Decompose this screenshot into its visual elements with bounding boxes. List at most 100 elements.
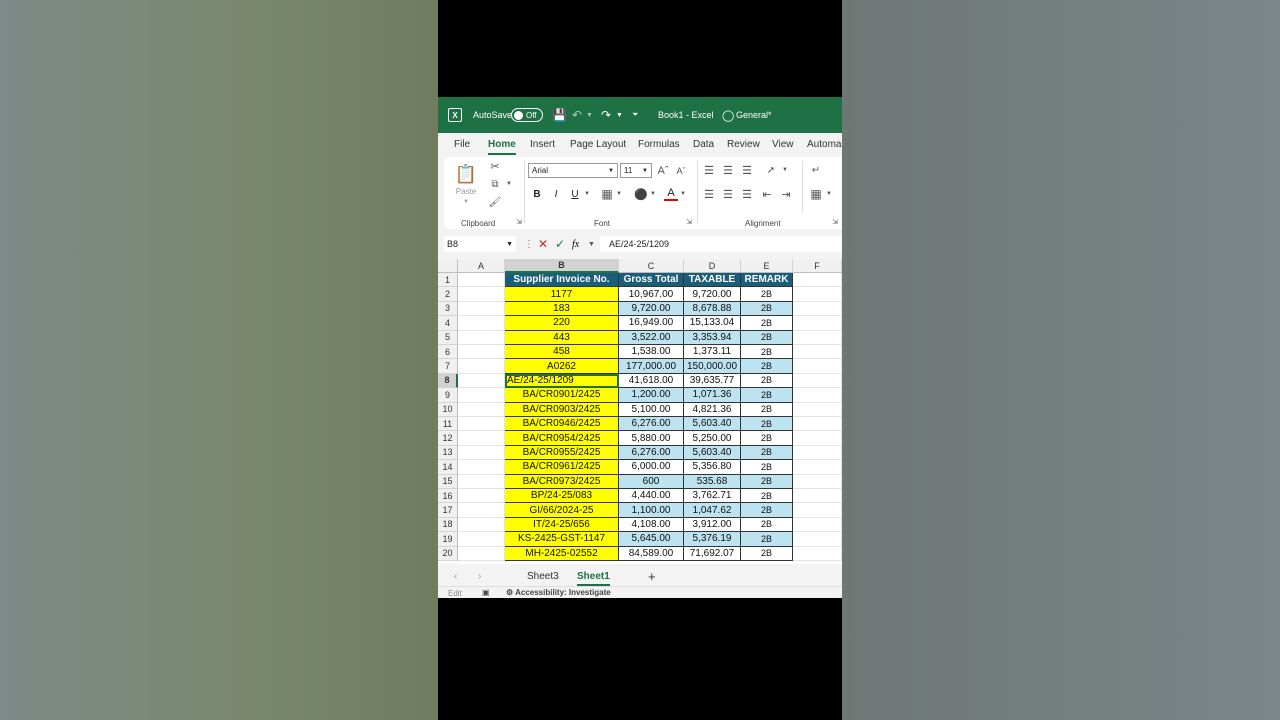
accessibility-status[interactable]: ⚙ Accessibility: Investigate — [506, 588, 611, 597]
grid-cell[interactable] — [458, 532, 505, 547]
invoice-cell[interactable]: A0262 — [505, 359, 619, 374]
row-header[interactable]: 2 — [438, 287, 458, 302]
font-name-dropdown-icon[interactable]: ▼ — [608, 168, 614, 174]
merge-center-icon[interactable]: ▦ — [808, 187, 824, 201]
name-box[interactable]: B8 ▼ — [444, 236, 516, 252]
row-header[interactable]: 16 — [438, 489, 458, 504]
remark-cell[interactable]: 2B — [741, 359, 793, 374]
grid-cell[interactable] — [793, 345, 842, 360]
cancel-icon[interactable]: ✕ — [538, 236, 548, 252]
decrease-indent-icon[interactable]: ⇤ — [760, 187, 774, 201]
tab-page-layout[interactable]: Page Layout — [570, 139, 626, 150]
row-header[interactable]: 14 — [438, 460, 458, 475]
grid-cell[interactable] — [793, 474, 842, 489]
sensitivity-label[interactable]: General* — [736, 97, 772, 133]
gross-total-cell[interactable]: 1,200.00 — [619, 388, 684, 403]
remark-cell[interactable]: 2B — [741, 460, 793, 475]
gross-total-cell[interactable]: 5,645.00 — [619, 532, 684, 547]
tab-file[interactable]: File — [454, 139, 470, 150]
italic-button[interactable]: I — [549, 187, 563, 201]
row-header[interactable]: 13 — [438, 445, 458, 461]
alignment-launcher-icon[interactable]: ⇲ — [830, 217, 840, 227]
clipboard-launcher-icon[interactable]: ⇲ — [514, 217, 524, 227]
taxable-cell[interactable]: 71,692.07 — [684, 546, 741, 561]
row-header[interactable]: 11 — [438, 417, 458, 432]
grid-cell[interactable] — [458, 359, 505, 374]
row-header[interactable]: 1 — [438, 273, 458, 288]
paste-dropdown-icon[interactable]: ▼ — [458, 197, 474, 207]
gross-total-cell[interactable]: 5,880.00 — [619, 431, 684, 446]
row-header[interactable]: 12 — [438, 431, 458, 446]
grid-cell[interactable] — [793, 287, 842, 302]
taxable-cell[interactable]: 8,678.88 — [684, 301, 741, 317]
remark-cell[interactable]: 2B — [741, 402, 793, 417]
remark-cell[interactable]: 2B — [741, 489, 793, 504]
invoice-cell[interactable]: MH-2425-02552 — [505, 546, 619, 561]
autosave-toggle[interactable]: Off — [511, 108, 543, 122]
invoice-cell[interactable]: KS-2425-GST-1147 — [505, 532, 619, 547]
sheet-tab-sheet3[interactable]: Sheet3 — [527, 568, 559, 584]
remark-cell[interactable]: 2B — [741, 517, 793, 533]
fill-color-dropdown-icon[interactable]: ▼ — [648, 187, 658, 201]
font-color-dropdown-icon[interactable]: ▼ — [678, 187, 688, 201]
grid-cell[interactable] — [458, 373, 505, 389]
grid-cell[interactable] — [793, 460, 842, 475]
grid-cell[interactable] — [458, 417, 505, 432]
cut-icon[interactable]: ✂ — [488, 159, 502, 173]
taxable-cell[interactable]: 1,373.11 — [684, 345, 741, 360]
gross-total-cell[interactable]: 16,949.00 — [619, 316, 684, 331]
grid-cell[interactable] — [458, 546, 505, 561]
grid-cell[interactable] — [458, 402, 505, 417]
macro-icon[interactable]: ▣ — [482, 588, 490, 597]
more-options-icon[interactable]: ⋮ — [524, 236, 534, 252]
row-header[interactable]: 19 — [438, 532, 458, 547]
grid-cell[interactable] — [458, 330, 505, 345]
borders-icon[interactable]: ▦ — [600, 187, 614, 201]
grid-cell[interactable] — [458, 431, 505, 446]
column-header-e[interactable]: E — [741, 259, 793, 273]
taxable-cell[interactable]: 3,762.71 — [684, 489, 741, 504]
gross-total-cell[interactable]: 6,276.00 — [619, 417, 684, 432]
row-header[interactable]: 9 — [438, 388, 458, 403]
save-icon[interactable]: 💾 — [552, 97, 567, 133]
font-size-box[interactable]: 11 ▼ — [620, 163, 652, 178]
grid-cell[interactable] — [458, 445, 505, 461]
remark-cell[interactable]: 2B — [741, 546, 793, 561]
underline-button[interactable]: U — [568, 187, 582, 201]
row-header[interactable]: 8 — [438, 373, 458, 389]
tab-insert[interactable]: Insert — [530, 139, 555, 150]
taxable-cell[interactable]: 3,912.00 — [684, 517, 741, 533]
gross-total-cell[interactable]: 177,000.00 — [619, 359, 684, 374]
grid-cell[interactable] — [793, 431, 842, 446]
taxable-cell[interactable]: 535.68 — [684, 474, 741, 489]
increase-indent-icon[interactable]: ⇥ — [779, 187, 793, 201]
prev-sheet-icon[interactable]: ‹ — [454, 568, 457, 584]
bold-button[interactable]: B — [530, 187, 544, 201]
format-painter-icon[interactable]: 🖌 — [488, 195, 502, 209]
column-header-c[interactable]: C — [619, 259, 684, 273]
grid-cell[interactable] — [458, 316, 505, 331]
invoice-cell[interactable]: 183 — [505, 301, 619, 317]
table-header-cell[interactable]: Supplier Invoice No. — [505, 273, 619, 288]
top-align-icon[interactable]: ☰ — [702, 163, 716, 177]
row-header[interactable]: 18 — [438, 517, 458, 533]
gross-total-cell[interactable]: 3,522.00 — [619, 330, 684, 345]
row-header[interactable]: 7 — [438, 359, 458, 374]
row-header[interactable]: 15 — [438, 474, 458, 489]
taxable-cell[interactable]: 1,071.36 — [684, 388, 741, 403]
sheet-tab-sheet1[interactable]: Sheet1 — [577, 568, 610, 586]
remark-cell[interactable]: 2B — [741, 316, 793, 331]
invoice-cell[interactable]: 458 — [505, 345, 619, 360]
remark-cell[interactable]: 2B — [741, 532, 793, 547]
gross-total-cell[interactable]: 9,720.00 — [619, 301, 684, 317]
grid-cell[interactable] — [793, 532, 842, 547]
invoice-cell[interactable]: BA/CR0954/2425 — [505, 431, 619, 446]
align-center-icon[interactable]: ☰ — [721, 187, 735, 201]
invoice-cell[interactable]: BA/CR0961/2425 — [505, 460, 619, 475]
grid-cell[interactable] — [793, 359, 842, 374]
invoice-cell[interactable]: BA/CR0946/2425 — [505, 417, 619, 432]
invoice-cell[interactable]: 443 — [505, 330, 619, 345]
invoice-cell[interactable]: BA/CR0903/2425 — [505, 402, 619, 417]
taxable-cell[interactable]: 5,376.19 — [684, 532, 741, 547]
taxable-cell[interactable]: 5,250.00 — [684, 431, 741, 446]
